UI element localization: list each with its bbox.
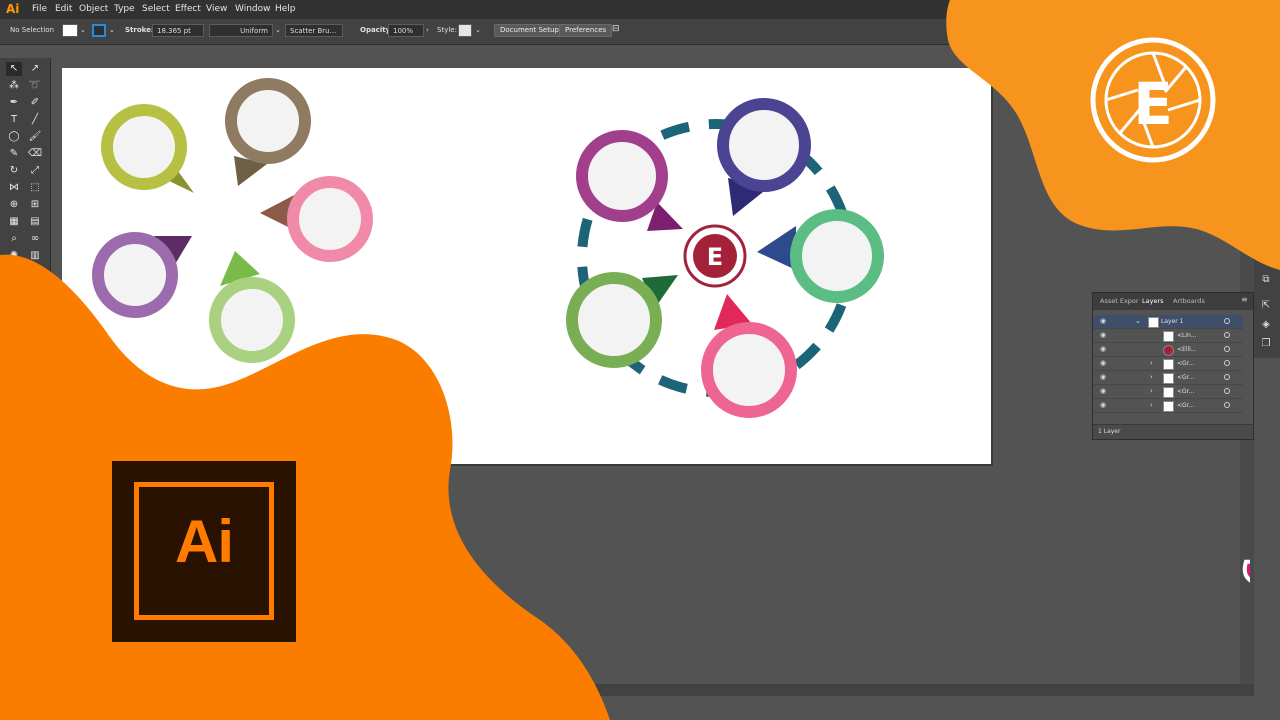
illustrator-logo: Ai [112, 461, 296, 642]
orange-blob-top-right [946, 0, 1280, 270]
title-container: تصميم انفوجرافيك [470, 482, 1280, 632]
title-svg: تصميم انفوجرافيك [1236, 489, 1280, 610]
page-title: تصميم انفوجرافيك [1240, 493, 1250, 606]
illustrator-logo-text: Ai [175, 508, 234, 575]
brand-logo-letter: E [1133, 70, 1173, 138]
